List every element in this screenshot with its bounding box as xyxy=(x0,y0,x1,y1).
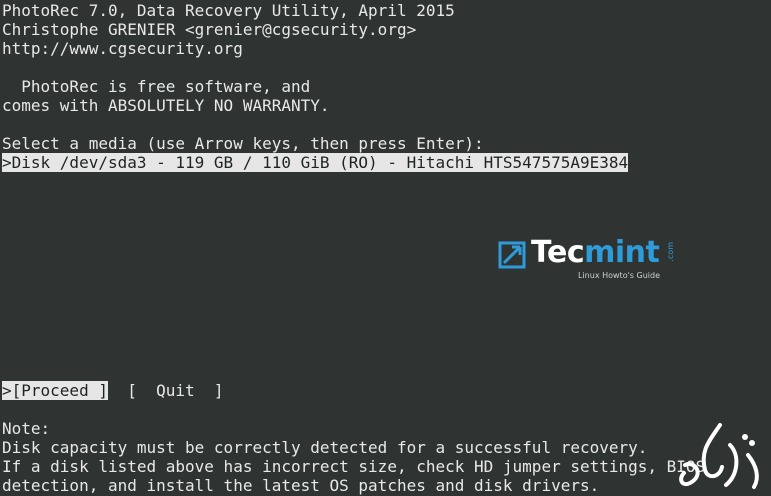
note-line-1: Disk capacity must be correctly detected… xyxy=(2,438,648,457)
tecmint-brand: Tecmint xyxy=(531,234,660,272)
note-title: Note: xyxy=(2,419,51,438)
license-line-2: comes with ABSOLUTELY NO WARRANTY. xyxy=(2,96,330,115)
tecmint-logo-icon xyxy=(498,241,526,269)
brand-prefix: Tec xyxy=(531,235,585,270)
brand-domain: .com xyxy=(666,242,675,262)
tecmint-watermark: Tecmint .com Linux Howto's Guide xyxy=(498,235,683,286)
corner-watermark-logo xyxy=(679,423,759,489)
author-line: Christophe GRENIER <grenier@cgsecurity.o… xyxy=(2,20,417,39)
terminal-window: PhotoRec 7.0, Data Recovery Utility, Apr… xyxy=(0,0,771,496)
quit-button[interactable]: [ Quit ] xyxy=(127,381,223,400)
media-item-sda3[interactable]: >Disk /dev/sda3 - 119 GB / 110 GiB (RO) … xyxy=(2,153,629,172)
proceed-button[interactable]: >[Proceed ] xyxy=(2,381,108,400)
note-line-3: detection, and install the latest OS pat… xyxy=(2,476,600,495)
app-title-line: PhotoRec 7.0, Data Recovery Utility, Apr… xyxy=(2,1,455,20)
media-prompt: Select a media (use Arrow keys, then pre… xyxy=(2,134,484,153)
license-line-1: PhotoRec is free software, and xyxy=(2,77,311,96)
note-line-2: If a disk listed above has incorrect siz… xyxy=(2,457,706,476)
brand-suffix: mint xyxy=(584,235,660,270)
website-line: http://www.cgsecurity.org xyxy=(2,39,243,58)
brand-tagline: Linux Howto's Guide xyxy=(578,271,660,280)
action-menu: >[Proceed ] [ Quit ] xyxy=(2,381,224,400)
